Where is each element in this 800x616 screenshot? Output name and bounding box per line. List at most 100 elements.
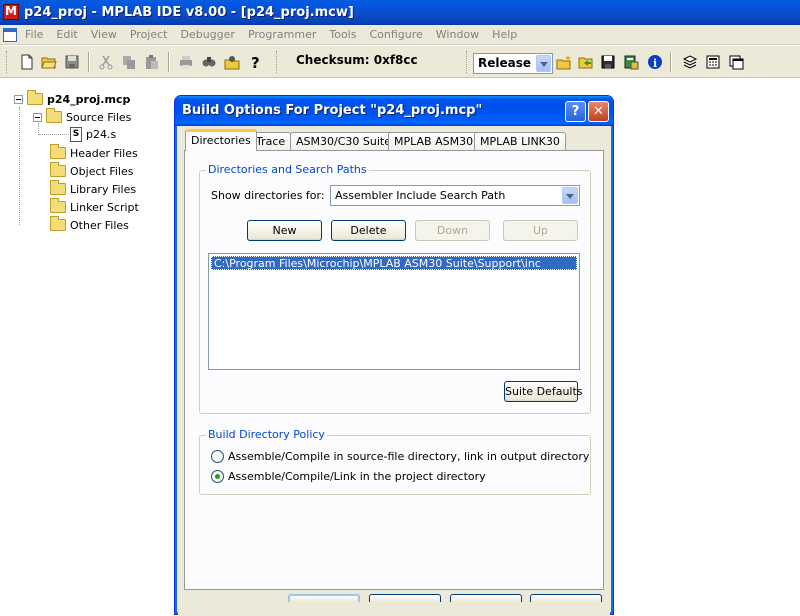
collapse-icon[interactable] xyxy=(33,112,42,122)
tree-item-header-files[interactable]: Header Files xyxy=(50,144,138,161)
toolbar-grip[interactable] xyxy=(6,51,9,73)
folder-icon xyxy=(50,198,66,213)
build-configuration-value: Release xyxy=(478,56,532,70)
tree-label-header-files: Header Files xyxy=(70,146,138,160)
apply-button[interactable] xyxy=(450,594,522,602)
save-project-icon[interactable] xyxy=(598,52,618,72)
radio-button-checked[interactable] xyxy=(211,470,224,483)
stack-icon[interactable] xyxy=(680,52,700,72)
move-up-button[interactable]: Up xyxy=(503,220,578,241)
menu-configure[interactable]: Configure xyxy=(369,28,422,41)
menu-debugger[interactable]: Debugger xyxy=(180,28,234,41)
calculator-icon[interactable] xyxy=(703,52,723,72)
folder-icon xyxy=(46,108,62,123)
project-tree: p24_proj.mcp Source Files S p24.s Header… xyxy=(0,79,175,600)
folder-icon xyxy=(50,180,66,195)
tree-label-other-files: Other Files xyxy=(70,218,129,232)
tab-directories[interactable]: Directories xyxy=(185,129,257,151)
window-title: p24_proj - MPLAB IDE v8.00 - [p24_proj.m… xyxy=(24,5,354,20)
help-icon[interactable]: ? xyxy=(245,52,265,72)
chevron-down-icon[interactable] xyxy=(536,55,551,72)
find-in-files-icon[interactable] xyxy=(222,52,242,72)
close-button[interactable]: ✕ xyxy=(588,101,609,122)
checksum-readout: Checksum: 0xf8cc xyxy=(296,53,418,67)
menu-tools[interactable]: Tools xyxy=(329,28,356,41)
collapse-icon[interactable] xyxy=(14,94,23,104)
move-down-button[interactable]: Down xyxy=(415,220,490,241)
tree-item-linker-script[interactable]: Linker Script xyxy=(50,198,139,215)
build-configuration-select[interactable]: Release xyxy=(473,53,553,74)
tab-mplab-asm30[interactable]: MPLAB ASM30 xyxy=(388,132,480,151)
tree-label-linker-script: Linker Script xyxy=(70,200,139,214)
copy-icon[interactable] xyxy=(119,52,139,72)
info-icon[interactable]: i xyxy=(645,52,665,72)
open-icon[interactable] xyxy=(39,52,59,72)
tree-label-object-files: Object Files xyxy=(70,164,134,178)
toolbar-separator xyxy=(88,52,90,72)
tree-label-project: p24_proj.mcp xyxy=(47,92,131,106)
toolbar-separator xyxy=(168,52,170,72)
mplab-app-icon[interactable] xyxy=(3,4,19,20)
tree-item-object-files[interactable]: Object Files xyxy=(50,162,134,179)
search-path-list[interactable]: C:\Program Files\Microchip\MPLAB ASM30 S… xyxy=(208,253,580,370)
tab-asm30-c30-suite[interactable]: ASM30/C30 Suite xyxy=(290,132,397,151)
policy-option-project-dir[interactable]: Assemble/Compile/Link in the project dir… xyxy=(211,470,486,483)
print-icon[interactable] xyxy=(176,52,196,72)
dialog-help-button[interactable] xyxy=(530,594,602,602)
delete-button[interactable]: Delete xyxy=(331,220,406,241)
policy-option-source-dir[interactable]: Assemble/Compile in source-file director… xyxy=(211,450,589,463)
tab-mplab-link30[interactable]: MPLAB LINK30 xyxy=(474,132,566,151)
search-paths-group-title: Directories and Search Paths xyxy=(206,163,369,176)
new-button[interactable]: New xyxy=(247,220,322,241)
tree-item-other-files[interactable]: Other Files xyxy=(50,216,129,233)
tree-connector xyxy=(39,134,69,135)
menu-file[interactable]: File xyxy=(25,28,43,41)
dialog-title-bar[interactable]: Build Options For Project "p24_proj.mcp"… xyxy=(175,96,613,126)
new-file-icon[interactable] xyxy=(17,52,37,72)
dialog-title: Build Options For Project "p24_proj.mcp" xyxy=(182,103,483,118)
menu-programmer[interactable]: Programmer xyxy=(248,28,316,41)
tree-item-library-files[interactable]: Library Files xyxy=(50,180,137,197)
tree-label-file: p24.s xyxy=(86,127,117,141)
show-directories-value: Assembler Include Search Path xyxy=(335,189,506,202)
chevron-down-icon[interactable] xyxy=(562,187,578,204)
menu-view[interactable]: View xyxy=(91,28,117,41)
paste-icon[interactable] xyxy=(142,52,162,72)
build-icon[interactable] xyxy=(621,52,641,72)
tree-item-file[interactable]: S p24.s xyxy=(70,126,116,142)
main-title-bar: p24_proj - MPLAB IDE v8.00 - [p24_proj.m… xyxy=(0,0,800,25)
new-project-icon[interactable] xyxy=(554,52,574,72)
ok-button[interactable] xyxy=(288,594,360,602)
menu-help[interactable]: Help xyxy=(492,28,517,41)
folder-icon xyxy=(50,144,66,159)
window-icon[interactable] xyxy=(726,52,746,72)
tree-label-source-files: Source Files xyxy=(66,110,132,124)
open-project-icon[interactable] xyxy=(576,52,596,72)
document-window-icon[interactable] xyxy=(3,28,17,42)
save-icon[interactable] xyxy=(62,52,82,72)
svg-text:i: i xyxy=(653,57,657,70)
help-button[interactable]: ? xyxy=(565,101,586,122)
tree-item-project[interactable]: p24_proj.mcp xyxy=(14,90,131,107)
radio-button[interactable] xyxy=(211,450,224,463)
search-path-item[interactable]: C:\Program Files\Microchip\MPLAB ASM30 S… xyxy=(211,256,577,270)
cut-icon[interactable] xyxy=(96,52,116,72)
cancel-button[interactable] xyxy=(369,594,441,602)
policy-option-label: Assemble/Compile/Link in the project dir… xyxy=(228,470,486,483)
build-directory-policy-title: Build Directory Policy xyxy=(206,428,327,441)
find-icon[interactable] xyxy=(199,52,219,72)
toolbar-grip[interactable] xyxy=(466,51,469,73)
menu-project[interactable]: Project xyxy=(130,28,168,41)
show-directories-label: Show directories for: xyxy=(211,189,325,202)
show-directories-select[interactable]: Assembler Include Search Path xyxy=(330,185,580,206)
tree-item-source-files[interactable]: Source Files xyxy=(33,108,132,125)
menu-edit[interactable]: Edit xyxy=(56,28,77,41)
tree-label-library-files: Library Files xyxy=(70,182,137,196)
folder-icon xyxy=(50,162,66,177)
tree-connector xyxy=(19,107,20,225)
folder-icon xyxy=(27,90,43,105)
menu-window[interactable]: Window xyxy=(436,28,479,41)
svg-text:?: ? xyxy=(251,54,260,70)
toolbar-grip[interactable] xyxy=(276,51,279,73)
suite-defaults-button[interactable]: Suite Defaults xyxy=(504,381,583,402)
